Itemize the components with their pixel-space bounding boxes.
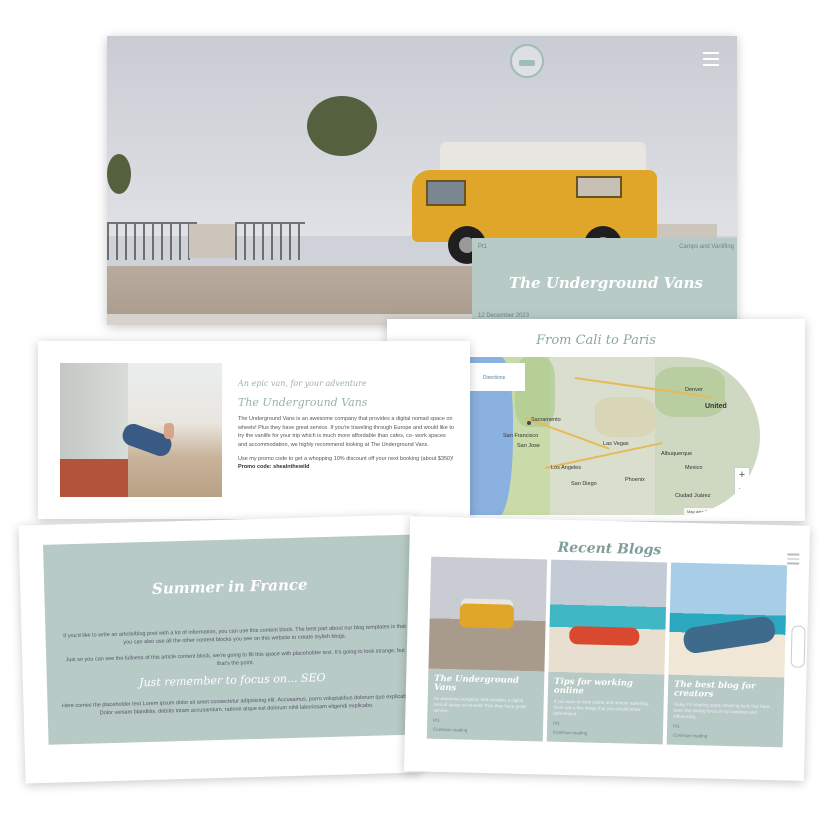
read-more-link[interactable]: Continue reading bbox=[433, 727, 537, 735]
tree bbox=[307, 96, 377, 156]
tree bbox=[107, 154, 131, 194]
about-heading: The Underground Vans bbox=[238, 396, 368, 409]
map-city-label: San Francisco bbox=[503, 433, 539, 439]
article-band: Summer in France If you'd like to write … bbox=[43, 534, 420, 745]
zoom-in-button[interactable]: + bbox=[735, 468, 749, 482]
about-tagline: An epic van, for your adventure bbox=[238, 379, 367, 388]
railing bbox=[107, 222, 197, 260]
article-card: Summer in France If you'd like to write … bbox=[18, 514, 421, 784]
blog-post-date: Pt1 bbox=[553, 720, 560, 726]
post-category: Camps and Vanlifing bbox=[679, 244, 734, 250]
zoom-out-button[interactable]: − bbox=[735, 482, 749, 496]
logo-badge[interactable] bbox=[510, 44, 544, 78]
promo-code: Promo code: shealnthewild bbox=[238, 463, 310, 470]
map-city-label: Sacramento bbox=[531, 417, 561, 423]
promo-text: Use my promo code to get a whopping 10% … bbox=[238, 456, 454, 462]
route-map[interactable]: Sacramento San Francisco San Jose Las Ve… bbox=[455, 357, 760, 515]
blog-post-date: Pt1 bbox=[433, 717, 441, 723]
blog-post-title[interactable]: The Underground Vans bbox=[434, 674, 538, 696]
article-paragraph: Just so you can see the fullness of this… bbox=[65, 647, 405, 668]
read-more-link[interactable]: Continue reading bbox=[553, 730, 657, 738]
blog-post-date: Pt1 bbox=[673, 723, 680, 729]
map-city-label: Phoenix bbox=[625, 477, 645, 483]
social-share-icon[interactable] bbox=[790, 625, 806, 668]
blog-post-card[interactable]: The Underground Vans An awesome company … bbox=[426, 556, 548, 742]
map-city-label: Ciudad Juárez bbox=[675, 493, 711, 499]
about-card: An epic van, for your adventure The Unde… bbox=[38, 341, 470, 519]
map-city-label: Albuquerque bbox=[661, 451, 693, 457]
blog-post-image[interactable] bbox=[428, 556, 548, 672]
article-paragraph: Here comes the placeholder text Lorem ip… bbox=[61, 693, 412, 717]
railing bbox=[235, 222, 305, 260]
map-attribution[interactable]: Map data ©2023 Google · Terms of use bbox=[683, 508, 760, 515]
article-paragraph: If you'd like to write an article/blog p… bbox=[63, 623, 406, 646]
article-title: Summer in France bbox=[151, 575, 308, 598]
hero-title-panel[interactable]: Pt1 Camps and Vanlifing The Underground … bbox=[472, 238, 737, 325]
hamburger-menu-icon[interactable] bbox=[787, 553, 800, 567]
map-city-label: San Jose bbox=[517, 443, 540, 449]
blog-post-excerpt: An awesome company that provides a digit… bbox=[433, 695, 526, 714]
blog-post-image[interactable] bbox=[548, 559, 668, 675]
blog-post-card[interactable]: Tips for working online If you want to w… bbox=[546, 559, 668, 745]
blog-post-image[interactable] bbox=[668, 562, 788, 678]
read-more-link[interactable]: Continue reading bbox=[673, 733, 777, 741]
map-city-label: Los Angeles bbox=[551, 465, 581, 471]
blog-post-title[interactable]: The best blog for creators bbox=[674, 680, 778, 702]
stone-wall bbox=[189, 224, 235, 258]
map-city-label: San Diego bbox=[571, 481, 597, 487]
map-city-label: Denver bbox=[685, 387, 703, 393]
hamburger-menu-icon[interactable] bbox=[703, 52, 719, 70]
directions-popup[interactable]: Directions bbox=[463, 363, 525, 391]
about-body: The Underground Vans is an awesome compa… bbox=[238, 416, 454, 448]
blog-post-card[interactable]: The best blog for creators Today I'm sha… bbox=[666, 562, 788, 748]
zoom-control: + − bbox=[734, 467, 750, 497]
blog-post-title[interactable]: Tips for working online bbox=[554, 677, 658, 699]
recent-blogs-card: Recent Blogs The Underground Vans An awe… bbox=[403, 516, 811, 781]
post-tag: Pt1 bbox=[478, 244, 488, 250]
blog-post-excerpt: Today I'm sharing some amazing tools tha… bbox=[673, 701, 770, 720]
hero-card: Pt1 Camps and Vanlifing The Underground … bbox=[107, 36, 737, 325]
map-city-label: Mexico bbox=[685, 465, 703, 471]
blog-post-excerpt: If you want to work online and remote tr… bbox=[553, 698, 650, 717]
map-city-label: Las Vegas bbox=[603, 441, 629, 447]
hero-title: The Underground Vans bbox=[508, 274, 703, 292]
article-quote: Just remember to focus on... SEO bbox=[139, 671, 326, 690]
van-legs-photo bbox=[60, 363, 222, 497]
map-city-label: United bbox=[705, 403, 727, 410]
